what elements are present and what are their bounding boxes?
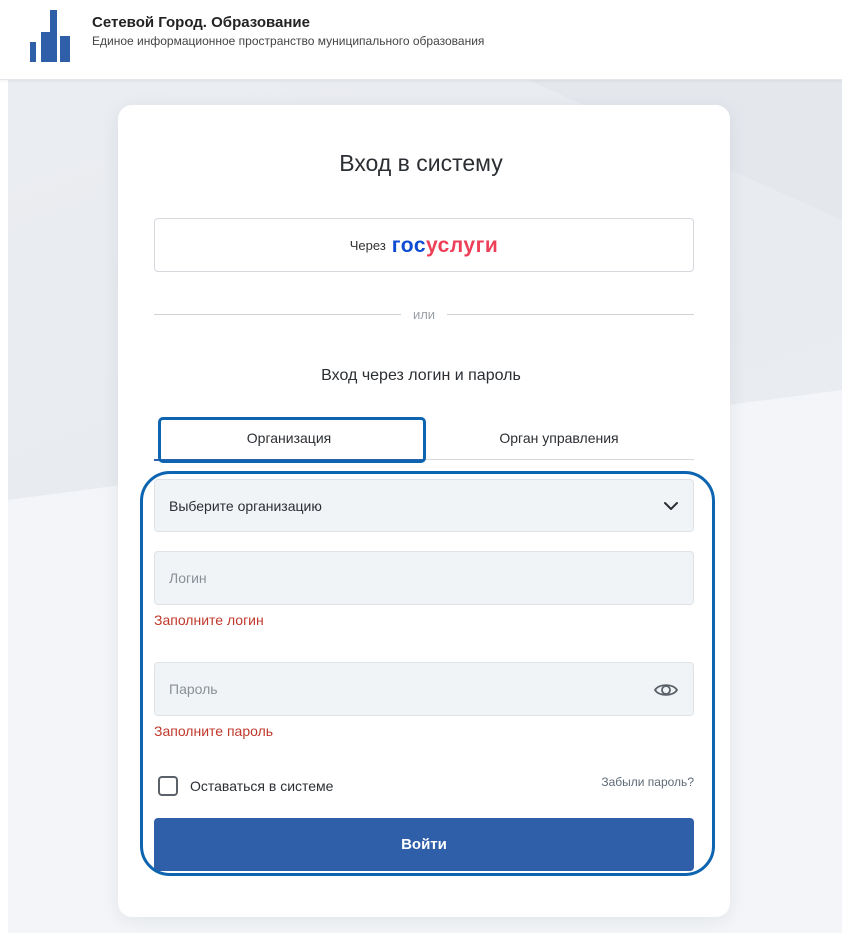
login-title: Вход в систему xyxy=(339,150,503,176)
chevron-down-icon xyxy=(664,501,678,510)
gosuslugi-login-button[interactable]: Через госуслуги xyxy=(154,218,694,272)
tab-organization[interactable]: Организация xyxy=(154,416,424,461)
divider-line-right xyxy=(447,313,695,315)
password-error-text: Заполните пароль xyxy=(154,723,274,739)
gosuslugi-logo-part1: гос xyxy=(391,233,426,257)
remember-me-option[interactable]: Оставаться в системе xyxy=(158,775,333,797)
gosuslugi-logo: госуслуги xyxy=(392,235,498,256)
login-field-wrapper xyxy=(154,551,694,605)
login-type-tabs: Организация Орган управления xyxy=(154,416,694,461)
password-input[interactable] xyxy=(155,663,693,715)
login-error-text: Заполните логин xyxy=(154,612,264,628)
gosuslugi-prefix-text: Через xyxy=(349,237,386,253)
app-header: Сетевой Город. Образование Единое информ… xyxy=(0,0,842,80)
remember-me-label: Оставаться в системе xyxy=(190,778,334,794)
or-divider: или xyxy=(154,306,695,322)
organization-select-value: Выберите организацию xyxy=(169,497,322,514)
tab-management-body[interactable]: Орган управления xyxy=(424,416,694,460)
app-subtitle: Единое информационное пространство муниц… xyxy=(92,34,485,48)
login-method-caption: Вход через логин и пароль xyxy=(321,367,521,384)
eye-icon[interactable] xyxy=(653,677,679,703)
forgot-password-link[interactable]: Забыли пароль? xyxy=(601,775,694,789)
city-bars-logo-icon[interactable] xyxy=(28,10,72,62)
divider-line-left xyxy=(154,313,401,315)
remember-me-checkbox[interactable] xyxy=(158,776,178,796)
login-submit-button[interactable]: Войти xyxy=(154,818,694,871)
app-title: Сетевой Город. Образование xyxy=(92,14,310,31)
login-input[interactable] xyxy=(155,552,693,604)
organization-select[interactable]: Выберите организацию xyxy=(154,479,694,532)
divider-text: или xyxy=(412,306,436,322)
password-field-wrapper xyxy=(154,662,694,716)
gosuslugi-logo-part2: услуги xyxy=(426,233,499,257)
